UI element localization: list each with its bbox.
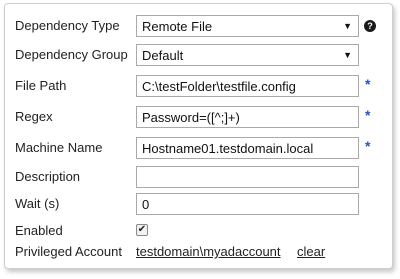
dependency-form: Dependency Type Remote File ▼ ? Dependen… (4, 3, 393, 269)
clear-account-link[interactable]: clear (297, 244, 325, 259)
row-file-path: File Path * (5, 75, 392, 97)
regex-input[interactable] (136, 106, 359, 128)
dependency-group-value: Default (142, 47, 184, 63)
row-dependency-group: Dependency Group Default ▼ (5, 44, 392, 66)
dependency-type-label: Dependency Type (15, 18, 120, 33)
description-label: Description (15, 169, 81, 184)
machine-name-label: Machine Name (15, 140, 103, 155)
enabled-label: Enabled (15, 223, 63, 238)
row-machine-name: Machine Name * (5, 137, 392, 159)
row-wait: Wait (s) (5, 193, 392, 215)
machine-name-input[interactable] (136, 137, 359, 159)
dependency-group-label: Dependency Group (15, 47, 128, 62)
caret-down-icon: ▼ (343, 21, 352, 31)
privileged-account-label: Privileged Account (15, 244, 122, 259)
regex-label: Regex (15, 109, 53, 124)
row-privileged-account: Privileged Account testdomain\myadaccoun… (5, 241, 392, 263)
row-description: Description (5, 166, 392, 188)
required-marker: * (365, 76, 371, 92)
row-dependency-type: Dependency Type Remote File ▼ ? (5, 15, 392, 37)
required-marker: * (365, 138, 371, 154)
row-enabled: Enabled ✔ (5, 220, 392, 242)
caret-down-icon: ▼ (343, 50, 352, 60)
description-input[interactable] (136, 166, 359, 188)
file-path-label: File Path (15, 78, 67, 93)
dependency-type-value: Remote File (142, 18, 213, 34)
wait-input[interactable] (136, 193, 359, 215)
row-regex: Regex * (5, 106, 392, 128)
enabled-checkbox[interactable]: ✔ (136, 224, 148, 236)
wait-label: Wait (s) (15, 196, 60, 211)
dependency-type-select[interactable]: Remote File ▼ (136, 15, 359, 37)
privileged-account-link[interactable]: testdomain\myadaccount (136, 244, 281, 259)
file-path-input[interactable] (136, 75, 359, 97)
required-marker: * (365, 107, 371, 123)
dependency-group-select[interactable]: Default ▼ (136, 44, 359, 66)
question-circle-icon[interactable]: ? (364, 20, 376, 32)
